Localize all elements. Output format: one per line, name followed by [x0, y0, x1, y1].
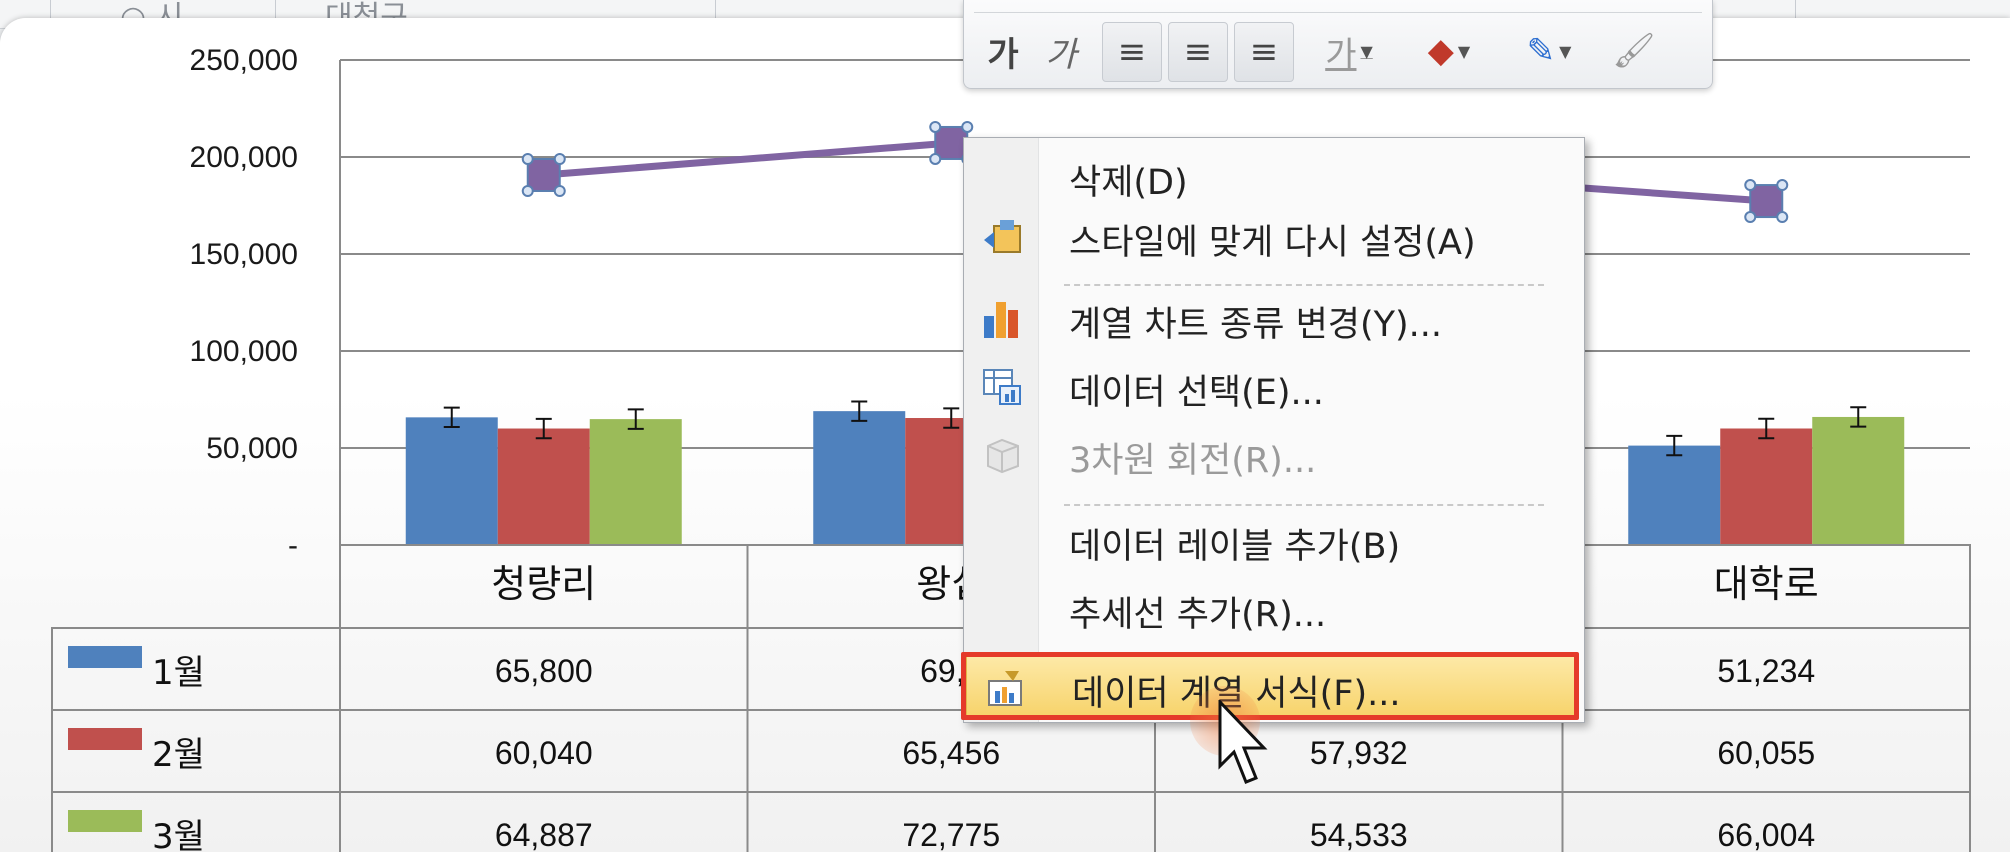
font-color-button[interactable]: 가 ▼ — [1304, 22, 1394, 80]
bar-2월-3[interactable] — [1720, 428, 1813, 545]
y-axis-tick-label: 250,000 — [190, 44, 298, 77]
menu-item-add-trendline[interactable]: 추세선 추가(R)... — [964, 578, 1584, 638]
menu-item-label: 데이터 선택(E)... — [1069, 373, 1324, 413]
align-left-icon: ≡ — [1117, 32, 1147, 72]
legend-key-3월 — [68, 810, 142, 832]
menu-item-label: 스타일에 맞게 다시 설정(A) — [1069, 223, 1476, 263]
context-menu: 삭제(D) 스타일에 맞게 다시 설정(A) 계열 차트 종류 변경(Y)...… — [963, 137, 1585, 723]
cube-icon — [987, 438, 1019, 474]
menu-separator — [1064, 504, 1544, 506]
data-table-cell: 65,800 — [495, 653, 593, 689]
select-data-icon — [983, 369, 1021, 405]
bar-3월-0[interactable] — [589, 419, 682, 545]
menu-item-label: 데이터 레이블 추가(B) — [1069, 527, 1401, 567]
data-table-cell: 66,004 — [1717, 817, 1815, 852]
bold-icon: 가 — [987, 34, 1019, 75]
format-painter-button[interactable]: 🖌 — [1604, 22, 1664, 80]
y-axis-tick-label: 200,000 — [190, 141, 298, 174]
italic-icon: 가 — [1045, 34, 1077, 75]
menu-item-3d-rotation: 3차원 회전(R)... — [964, 424, 1584, 484]
dropdown-arrow-icon[interactable]: ▼ — [1360, 42, 1372, 61]
legend-key-1월 — [68, 646, 142, 668]
reset-style-icon — [984, 220, 1021, 253]
selection-handle[interactable] — [961, 120, 974, 133]
data-table-cell: 64,887 — [495, 817, 593, 852]
bold-button[interactable]: 가 — [978, 22, 1028, 80]
mini-toolbar: 가 가 ≡ ≡ ≡ 가 ▼ ◆ ▼ ✎ ▼ 🖌 — [963, 0, 1713, 89]
selection-handle[interactable] — [521, 184, 534, 197]
series-name-label: 1월 — [152, 653, 205, 693]
y-axis-tick-label: - — [288, 529, 298, 562]
selection-handle[interactable] — [1776, 179, 1789, 192]
menu-item-select-data[interactable]: 데이터 선택(E)... — [964, 356, 1584, 416]
selection-handle[interactable] — [521, 152, 534, 165]
category-label: 청량리 — [491, 562, 596, 606]
align-right-icon: ≡ — [1249, 32, 1279, 72]
data-table-cell: 60,055 — [1717, 735, 1815, 771]
font-color-icon: 가 — [1325, 34, 1357, 75]
bar-1월-1[interactable] — [813, 411, 906, 545]
bar-1월-3[interactable] — [1628, 445, 1721, 545]
bar-chart-icon — [984, 302, 1018, 338]
menu-item-add-data-labels[interactable]: 데이터 레이블 추가(B) — [964, 510, 1584, 570]
data-table-cell: 60,040 — [495, 735, 593, 771]
line-point-marker[interactable] — [1749, 184, 1784, 219]
category-label: 대학로 — [1714, 562, 1819, 606]
dropdown-arrow-icon[interactable]: ▼ — [1559, 42, 1571, 61]
legend-key-2월 — [68, 728, 142, 750]
fill-color-button[interactable]: ◆ ▼ — [1404, 22, 1494, 80]
bar-3월-3[interactable] — [1812, 416, 1905, 545]
fill-bucket-icon: ◆ — [1427, 31, 1454, 71]
brush-icon: 🖌 — [1612, 31, 1656, 71]
bar-2월-0[interactable] — [497, 428, 590, 545]
menu-item-reset-style[interactable]: 스타일에 맞게 다시 설정(A) — [964, 206, 1584, 266]
menu-item-label: 삭제(D) — [1069, 163, 1188, 203]
data-table-cell: 65,456 — [902, 735, 1000, 771]
toolbar-top-row — [974, 0, 1702, 13]
line-point-marker[interactable] — [526, 157, 561, 192]
mouse-cursor-icon — [1218, 700, 1268, 784]
selection-handle[interactable] — [1744, 211, 1757, 224]
selection-handle[interactable] — [1744, 179, 1757, 192]
data-table-cell: 72,775 — [902, 817, 1000, 852]
menu-separator — [1064, 284, 1544, 286]
outline-color-button[interactable]: ✎ ▼ — [1504, 22, 1594, 80]
data-table-cell: 54,533 — [1310, 817, 1408, 852]
menu-item-label: 추세선 추가(R)... — [1069, 595, 1327, 635]
menu-item-change-chart-type[interactable]: 계열 차트 종류 변경(Y)... — [964, 288, 1584, 348]
italic-button[interactable]: 가 — [1036, 22, 1086, 80]
menu-item-label: 계열 차트 종류 변경(Y)... — [1069, 305, 1443, 345]
data-table-cell: 51,234 — [1717, 653, 1815, 689]
dropdown-arrow-icon[interactable]: ▼ — [1458, 42, 1470, 61]
y-axis-tick-label: 150,000 — [190, 238, 298, 271]
bar-1월-0[interactable] — [405, 417, 498, 545]
align-right-button[interactable]: ≡ — [1234, 22, 1294, 82]
series-name-label: 2월 — [152, 735, 205, 775]
selection-handle[interactable] — [553, 184, 566, 197]
y-axis-tick-label: 100,000 — [190, 335, 298, 368]
y-axis-tick-label: 50,000 — [206, 432, 298, 465]
menu-item-label: 3차원 회전(R)... — [1069, 441, 1317, 481]
menu-item-delete[interactable]: 삭제(D) — [964, 146, 1584, 206]
align-left-button[interactable]: ≡ — [1102, 22, 1162, 82]
align-center-icon: ≡ — [1183, 32, 1213, 72]
data-table-cell: 57,932 — [1310, 735, 1408, 771]
selection-handle[interactable] — [1776, 211, 1789, 224]
align-center-button[interactable]: ≡ — [1168, 22, 1228, 82]
format-series-icon — [988, 671, 1022, 706]
pencil-icon: ✎ — [1526, 31, 1556, 71]
selection-handle[interactable] — [929, 152, 942, 165]
selection-handle[interactable] — [553, 152, 566, 165]
series-name-label: 3월 — [152, 817, 205, 852]
selection-handle[interactable] — [929, 120, 942, 133]
